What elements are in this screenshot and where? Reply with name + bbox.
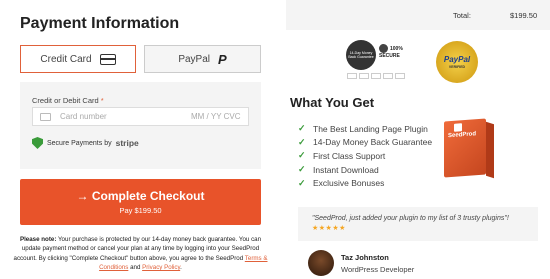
stripe-logo: stripe — [115, 138, 139, 148]
complete-checkout-button[interactable]: → Complete Checkout Pay $199.50 — [20, 179, 261, 225]
paypal-icon: P — [218, 51, 227, 67]
discover-icon — [395, 73, 405, 79]
star-rating-icon: ★★★★★ — [312, 225, 346, 232]
secure-word: SECURE — [379, 53, 400, 59]
list-item: ✓ First Class Support — [298, 149, 432, 163]
benefit-text: The Best Landing Page Plugin — [313, 123, 428, 134]
lock-icon — [379, 44, 388, 53]
checkout-label: → Complete Checkout — [76, 189, 205, 203]
seedprod-logo-icon — [454, 123, 462, 132]
guarantee-badge-text: 14-Day Money Back Guarantee — [348, 51, 374, 59]
payment-method-icons — [347, 73, 405, 79]
check-icon: ✓ — [298, 164, 306, 175]
author-name: Taz Johnston — [341, 253, 389, 262]
mastercard-icon — [371, 73, 381, 79]
quote-text: "SeedProd, just added your plugin to my … — [312, 215, 509, 222]
list-item: ✓ Instant Download — [298, 163, 432, 177]
credit-card-icon — [99, 53, 116, 65]
tab-credit-card-label: Credit Card — [40, 53, 92, 65]
page-title: Payment Information — [20, 15, 180, 32]
secure-text: Secure Payments by — [47, 139, 112, 147]
check-icon: ✓ — [298, 177, 306, 188]
amex-icon — [383, 73, 393, 79]
checkout-amount: Pay $199.50 — [119, 206, 162, 215]
secure-payments: Secure Payments by stripe — [32, 137, 139, 149]
check-icon: ✓ — [298, 150, 306, 161]
card-field-label: Credit or Debit Card * — [32, 96, 104, 105]
required-mark: * — [100, 96, 104, 105]
paypal-verified-text: VERIFIED — [448, 65, 466, 69]
list-item: ✓ The Best Landing Page Plugin — [298, 122, 432, 136]
author-role: WordPress Developer — [341, 265, 415, 274]
card-form: Credit or Debit Card * Card number MM / … — [20, 82, 261, 169]
payment-panel: Payment Information Credit Card PayPal P… — [14, 0, 268, 279]
product-box-side — [486, 121, 494, 179]
note-end: . — [180, 263, 182, 271]
testimonial-quote: "SeedProd, just added your plugin to my … — [312, 214, 532, 234]
note-lead: Please note: — [19, 236, 57, 243]
list-item: ✓ 14-Day Money Back Guarantee — [298, 136, 432, 150]
card-number-input[interactable]: Card number MM / YY CVC — [32, 107, 249, 126]
product-box-image: SeedProd — [444, 118, 486, 178]
avatar — [308, 250, 334, 276]
total-value: $199.50 — [510, 11, 538, 20]
secure-badge: 100% SECURE — [379, 44, 417, 68]
expiry-cvc-placeholder: MM / YY CVC — [191, 112, 241, 121]
check-icon: ✓ — [298, 123, 306, 134]
check-icon: ✓ — [298, 136, 306, 147]
list-item: ✓ Exclusive Bonuses — [298, 176, 432, 190]
benefit-text: 14-Day Money Back Guarantee — [313, 137, 433, 148]
paypal-card-icon — [347, 73, 357, 79]
shield-check-icon — [32, 137, 43, 149]
order-summary: Total: $199.50 — [286, 0, 550, 30]
paypal-verified-seal: PayPal VERIFIED — [436, 41, 478, 83]
testimonial-card: "SeedProd, just added your plugin to my … — [298, 207, 538, 241]
product-name: SeedProd — [448, 131, 477, 140]
note-and: and — [128, 263, 143, 271]
money-back-badge: 14-Day Money Back Guarantee — [346, 40, 376, 70]
tab-credit-card[interactable]: Credit Card — [20, 45, 136, 73]
benefit-text: First Class Support — [313, 150, 386, 161]
secure-pct: 100% — [390, 45, 403, 52]
paypal-seal-text: PayPal — [443, 55, 471, 64]
card-number-placeholder: Card number — [60, 112, 107, 121]
visa-icon — [359, 73, 369, 79]
purchase-note: Please note: Your purchase is protected … — [12, 235, 269, 272]
total-label: Total: — [453, 11, 471, 20]
card-input-icon — [40, 113, 51, 121]
card-label-text: Credit or Debit Card — [32, 96, 99, 105]
benefit-text: Instant Download — [313, 164, 379, 175]
tab-paypal[interactable]: PayPal P — [144, 45, 261, 73]
benefit-list: ✓ The Best Landing Page Plugin ✓ 14-Day Mo… — [298, 122, 432, 190]
what-you-get-title: What You Get — [290, 95, 375, 110]
benefit-text: Exclusive Bonuses — [313, 178, 385, 189]
tab-paypal-label: PayPal — [178, 53, 210, 65]
privacy-link[interactable]: Privacy Policy — [142, 264, 180, 271]
